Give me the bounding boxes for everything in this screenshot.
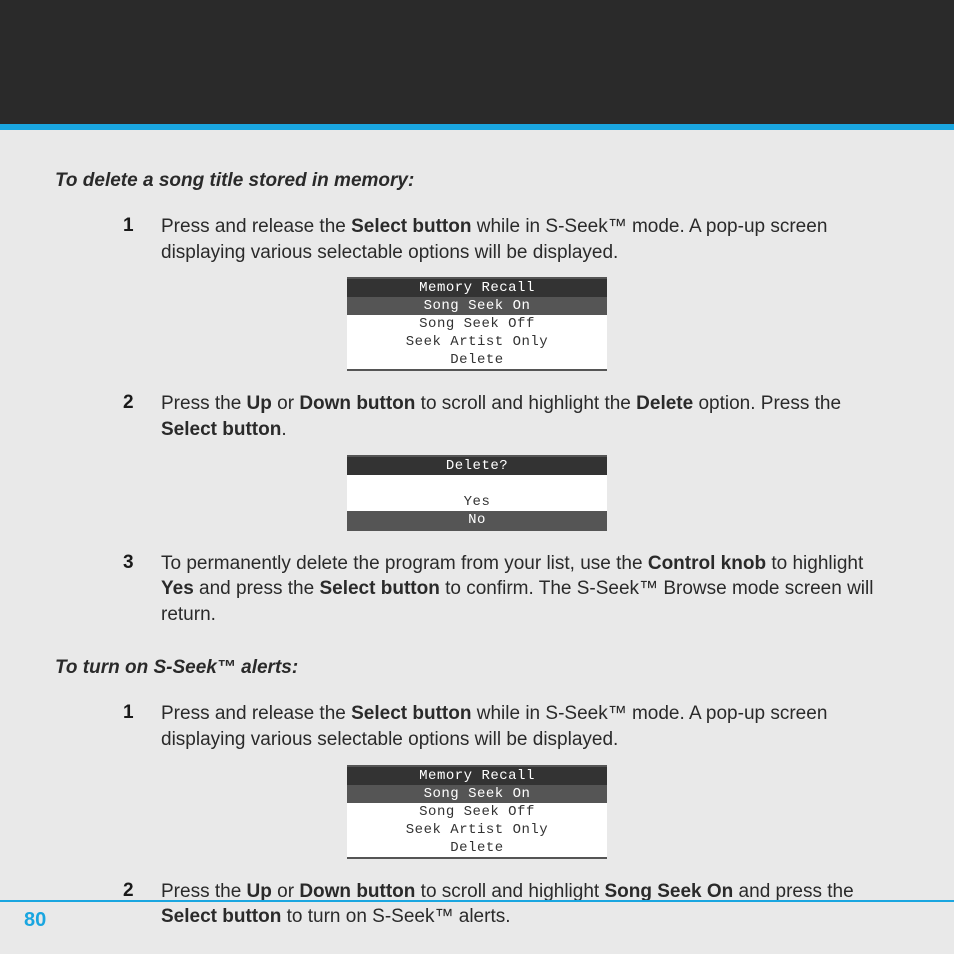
- step-text: Press the Up or Down button to scroll an…: [161, 879, 899, 930]
- menu-memory-recall: Memory Recall Song Seek On Song Seek Off…: [347, 765, 607, 859]
- step-number: 1: [123, 214, 161, 265]
- step-number: 1: [123, 701, 161, 752]
- menu-item: Delete: [347, 351, 607, 369]
- menu-item: Seek Artist Only: [347, 821, 607, 839]
- header-band: [0, 0, 954, 130]
- step-text: Press and release the Select button whil…: [161, 214, 899, 265]
- menu-item-selected: No: [347, 511, 607, 529]
- menu-item: Seek Artist Only: [347, 333, 607, 351]
- menu-title: Memory Recall: [347, 767, 607, 785]
- step: 3 To permanently delete the program from…: [55, 551, 899, 628]
- menu-item-selected: Song Seek On: [347, 297, 607, 315]
- menu-blank: [347, 475, 607, 493]
- menu-item-selected: Song Seek On: [347, 785, 607, 803]
- step-text: Press and release the Select button whil…: [161, 701, 899, 752]
- menu-memory-recall: Memory Recall Song Seek On Song Seek Off…: [347, 277, 607, 371]
- step-text: To permanently delete the program from y…: [161, 551, 899, 628]
- menu-title: Memory Recall: [347, 279, 607, 297]
- page-content: To delete a song title stored in memory:…: [0, 130, 954, 930]
- menu-item: Song Seek Off: [347, 315, 607, 333]
- step: 2 Press the Up or Down button to scroll …: [55, 879, 899, 930]
- step: 2 Press the Up or Down button to scroll …: [55, 391, 899, 442]
- step-number: 3: [123, 551, 161, 628]
- step-number: 2: [123, 879, 161, 930]
- menu-item: Delete: [347, 839, 607, 857]
- step-number: 2: [123, 391, 161, 442]
- step: 1 Press and release the Select button wh…: [55, 214, 899, 265]
- menu-item: Yes: [347, 493, 607, 511]
- section-heading-alerts: To turn on S-Seek™ alerts:: [55, 657, 899, 679]
- menu-delete-confirm: Delete? Yes No: [347, 455, 607, 531]
- page-number: 80: [24, 909, 46, 932]
- step-text: Press the Up or Down button to scroll an…: [161, 391, 899, 442]
- step: 1 Press and release the Select button wh…: [55, 701, 899, 752]
- footer-divider: [0, 900, 954, 902]
- menu-title: Delete?: [347, 457, 607, 475]
- menu-item: Song Seek Off: [347, 803, 607, 821]
- section-heading-delete: To delete a song title stored in memory:: [55, 170, 899, 192]
